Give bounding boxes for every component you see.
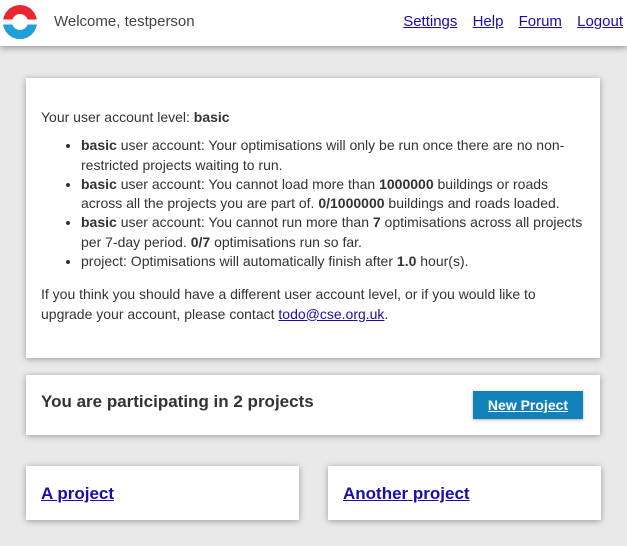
project-link[interactable]: Another project	[343, 484, 470, 504]
account-level-value: basic	[193, 109, 230, 125]
account-limits-list: basic user account: Your optimisations w…	[81, 136, 584, 271]
account-level-card: Your user account level: basic basic use…	[26, 78, 600, 358]
new-project-button[interactable]: New Project	[473, 391, 583, 419]
list-item: basic user account: You cannot run more …	[81, 213, 584, 252]
project-card[interactable]: A project	[26, 466, 299, 520]
list-item: project: Optimisations will automaticall…	[81, 252, 584, 271]
projects-heading: You are participating in 2 projects	[41, 392, 314, 411]
help-link[interactable]: Help	[473, 13, 504, 30]
top-nav: Settings Help Forum Logout	[403, 13, 623, 30]
logout-link[interactable]: Logout	[577, 13, 623, 30]
app-logo-icon[interactable]	[2, 4, 38, 40]
projects-header-card: You are participating in 2 projects New …	[26, 375, 600, 435]
list-item: basic user account: Your optimisations w…	[81, 136, 584, 175]
contact-paragraph: If you think you should have a different…	[41, 286, 536, 322]
project-link[interactable]: A project	[41, 484, 114, 504]
account-level-line: Your user account level: basic	[41, 109, 230, 125]
list-item: basic user account: You cannot load more…	[81, 175, 584, 214]
forum-link[interactable]: Forum	[519, 13, 562, 30]
welcome-text: Welcome, testperson	[54, 13, 195, 30]
top-bar: Welcome, testperson Settings Help Forum …	[0, 0, 627, 46]
contact-email-link[interactable]: todo@cse.org.uk	[278, 306, 384, 322]
settings-link[interactable]: Settings	[403, 13, 457, 30]
project-card[interactable]: Another project	[328, 466, 601, 520]
